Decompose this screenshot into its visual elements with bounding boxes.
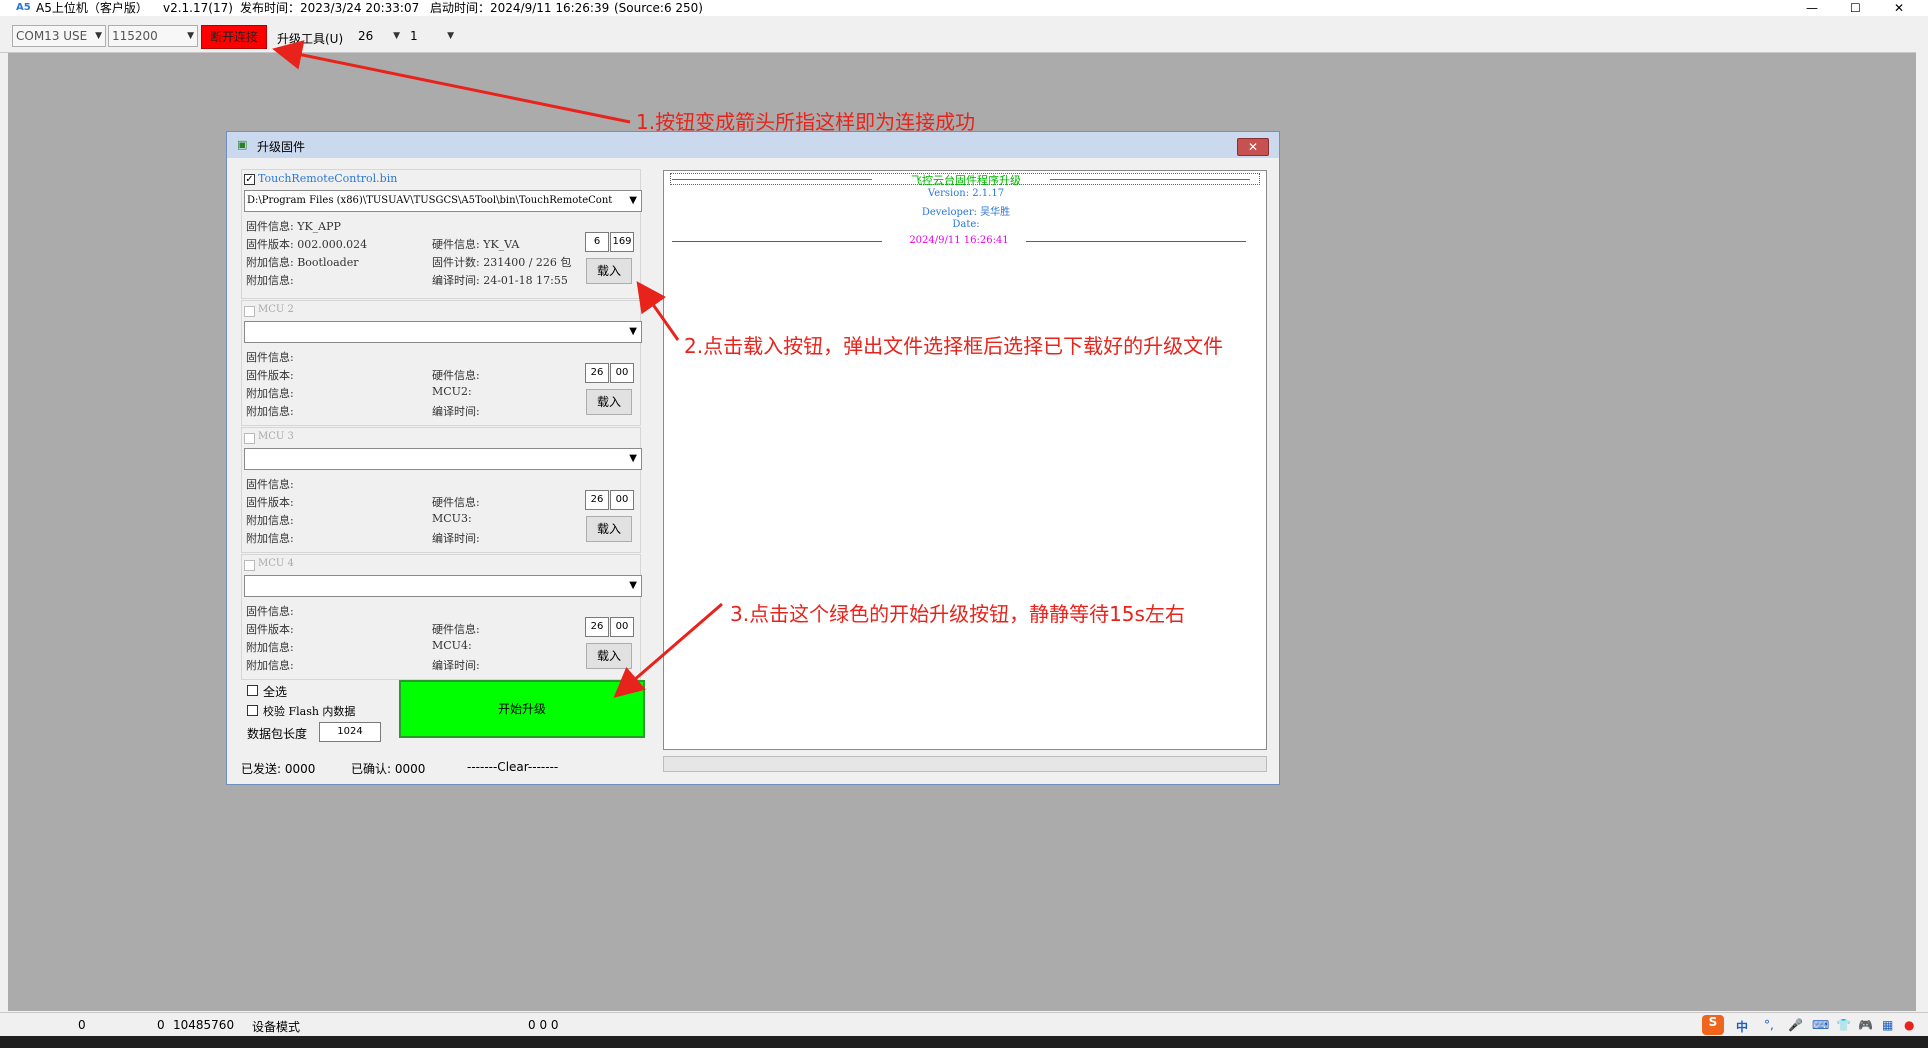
ime-logo-icon[interactable]: S — [1702, 1015, 1724, 1035]
status-v3: 10485760 — [173, 1018, 235, 1032]
skin-icon[interactable]: 👕 — [1836, 1018, 1851, 1032]
annotation-step1: 1.按钮变成箭头所指这样即为连接成功 — [636, 110, 976, 134]
annotation-arrows — [272, 40, 723, 698]
annotation-step3: 3.点击这个绿色的开始升级按钮，静静等待15s左右 — [730, 602, 1185, 626]
gamepad-icon[interactable]: 🎮 — [1858, 1018, 1873, 1032]
annotation-arrow-2 — [636, 281, 680, 341]
ime-mode[interactable]: 中 — [1736, 1018, 1748, 1035]
grid-icon[interactable]: ▦ — [1882, 1018, 1893, 1032]
annotation-arrow-3 — [613, 602, 723, 698]
status-v1: 0 — [78, 1018, 86, 1032]
status-bar: 0 0 10485760 设备模式 0 0 0 S 中 °, 🎤 ⌨ 👕 🎮 ▦… — [0, 1012, 1928, 1037]
annotation-step2: 2.点击载入按钮，弹出文件选择框后选择已下载好的升级文件 — [684, 334, 1224, 358]
status-v4: 0 0 0 — [528, 1018, 559, 1032]
taskbar — [0, 1036, 1928, 1048]
ime-punct[interactable]: °, — [1764, 1018, 1774, 1032]
status-mode: 设备模式 — [252, 1020, 301, 1034]
keyboard-icon[interactable]: ⌨ — [1812, 1018, 1829, 1032]
status-v2: 0 — [157, 1018, 165, 1032]
tray-app-icon[interactable]: ● — [1904, 1018, 1914, 1032]
mic-icon[interactable]: 🎤 — [1788, 1018, 1803, 1032]
annotation-arrow-1 — [272, 40, 631, 124]
